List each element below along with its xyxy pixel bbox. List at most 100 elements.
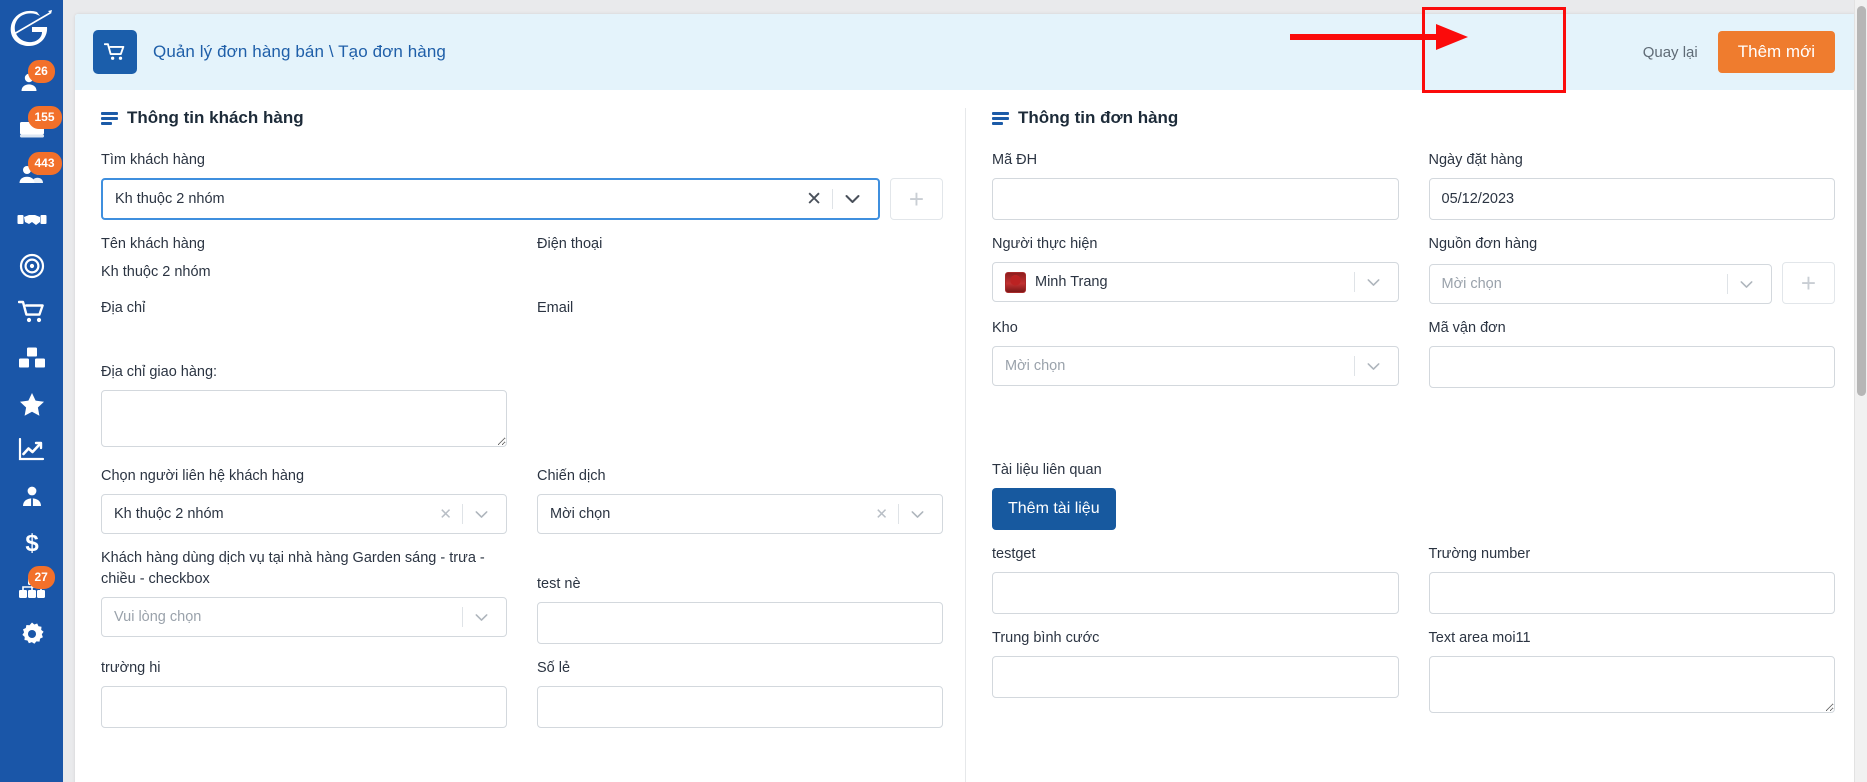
order-date-label: Ngày đặt hàng [1428, 152, 1523, 168]
performer-field: Người thực hiện Minh Trang [992, 234, 1399, 304]
sidebar-item-contacts[interactable]: 155 [8, 106, 62, 150]
performer-source-row: Người thực hiện Minh Trang Nguồn đơn hàn… [992, 234, 1835, 318]
avg-fee-input[interactable] [992, 656, 1399, 699]
customer-address-label: Địa chỉ [101, 300, 146, 317]
main-area: Quản lý đơn hàng bán \ Tạo đơn hàng Quay… [63, 0, 1867, 782]
close-icon[interactable]: ✕ [796, 190, 832, 209]
target-icon [19, 253, 44, 279]
testget-field: testget [992, 544, 1399, 615]
sidebar-item-employees[interactable] [8, 474, 56, 518]
test-ne-offset [537, 548, 943, 574]
tracking-code-label: Mã vận đơn [1428, 320, 1506, 337]
sidebar-item-reports[interactable] [8, 428, 56, 472]
sidebar-item-products[interactable] [8, 336, 56, 380]
customer-name-field: Tên khách hàng Kh thuộc 2 nhóm [101, 234, 507, 284]
add-order-source-button[interactable]: + [1782, 262, 1835, 305]
warehouse-select[interactable]: Mời chọn [992, 346, 1399, 387]
documents-offset [992, 402, 1399, 460]
plus-icon: + [908, 184, 925, 215]
chevron-down-icon[interactable] [1728, 280, 1759, 289]
customer-search-tools: ✕ [796, 180, 866, 218]
textarea-field: Text area moi11 [1428, 628, 1835, 718]
close-icon[interactable]: ✕ [429, 507, 462, 522]
chevron-down-icon[interactable] [833, 194, 866, 204]
name-phone-row: Tên khách hàng Kh thuộc 2 nhóm Điện thoạ… [101, 234, 943, 298]
add-document-button[interactable]: Thêm tài liệu [992, 488, 1116, 531]
star-icon [19, 392, 44, 416]
employee-icon [22, 486, 41, 506]
truong-hi-label: trường hi [101, 660, 161, 677]
shipping-address-input[interactable] [101, 390, 507, 448]
order-source-label: Nguồn đơn hàng [1428, 236, 1538, 253]
chevron-down-icon[interactable] [899, 510, 930, 519]
truong-hi-input[interactable] [101, 686, 507, 729]
textarea-field-input[interactable] [1428, 656, 1835, 714]
sidebar-item-finance[interactable]: $ [8, 520, 56, 564]
shopping-cart-icon [17, 300, 44, 323]
sidebar-item-organization[interactable]: 27 [8, 566, 56, 610]
garden-testne-row: Khách hàng dùng dịch vụ tại nhà hàng Gar… [101, 548, 943, 658]
campaign-label: Chiến dịch [537, 468, 606, 485]
order-source-wrap: Mời chọn [1428, 264, 1772, 305]
sidebar-item-leads[interactable]: 26 [8, 60, 56, 104]
performer-select[interactable]: Minh Trang [992, 262, 1399, 303]
left-sidebar: 26 155 443 $ 27 [0, 0, 63, 782]
order-date-field: Ngày đặt hàng [1428, 150, 1835, 221]
section-bars-icon [992, 111, 1009, 125]
test-ne-input[interactable] [537, 602, 943, 645]
customer-address-field: Địa chỉ [101, 298, 507, 348]
performer-label: Người thực hiện [992, 236, 1098, 253]
avg-fee-field: Trung bình cước [992, 628, 1399, 718]
campaign-select[interactable]: Mời chọn ✕ [537, 494, 943, 535]
chevron-down-icon[interactable] [463, 510, 494, 519]
warehouse-label: Kho [992, 320, 1018, 337]
order-date-input[interactable] [1428, 178, 1835, 221]
customer-search-label: Tìm khách hàng [101, 152, 205, 168]
sidebar-item-orders[interactable] [8, 290, 56, 334]
sidebar-item-targets[interactable] [8, 244, 56, 288]
customer-contact-select[interactable]: Kh thuộc 2 nhóm ✕ [101, 494, 507, 535]
contact-tools: ✕ [429, 495, 494, 533]
scrollbar-thumb[interactable] [1857, 6, 1866, 396]
customer-search-field: Tìm khách hàng Kh thuộc 2 nhóm ✕ + [101, 150, 943, 221]
warehouse-tracking-row: Kho Mời chọn Mã vận đơn [992, 318, 1835, 402]
customer-contact-value: Kh thuộc 2 nhóm [114, 506, 224, 523]
customer-search-input[interactable]: Kh thuộc 2 nhóm ✕ [101, 178, 880, 221]
garden-service-field: Khách hàng dùng dịch vụ tại nhà hàng Gar… [101, 548, 507, 644]
customer-phone-field: Điện thoại [537, 234, 943, 284]
plus-icon: + [1800, 268, 1817, 299]
app-root: 26 155 443 $ 27 Quản lý đơn hàng bán \ T… [0, 0, 1867, 782]
source-tools [1727, 265, 1759, 303]
warehouse-value: Mời chọn [1005, 358, 1066, 375]
documents-row: Tài liệu liên quan Thêm tài liệu [992, 402, 1835, 544]
sidebar-item-customers[interactable]: 443 [8, 152, 62, 196]
customer-search-row: Kh thuộc 2 nhóm ✕ + [101, 178, 943, 221]
section-bars-icon [101, 111, 118, 125]
sidebar-item-deals[interactable] [8, 198, 56, 242]
chevron-down-icon[interactable] [463, 613, 494, 622]
shipping-address-label: Địa chỉ giao hàng: [101, 364, 218, 381]
tracking-code-input[interactable] [1428, 346, 1835, 389]
garden-service-select[interactable]: Vui lòng chọn [101, 597, 507, 638]
sidebar-item-favorites[interactable] [8, 382, 56, 426]
chevron-down-icon[interactable] [1355, 362, 1386, 371]
add-customer-button[interactable]: + [890, 178, 943, 221]
shipping-address-field: Địa chỉ giao hàng: [101, 362, 507, 452]
vertical-scrollbar[interactable] [1854, 0, 1867, 782]
testget-input[interactable] [992, 572, 1399, 615]
performer-value: Minh Trang [1035, 274, 1108, 291]
brand-logo-icon[interactable] [8, 6, 56, 54]
number-field-input[interactable] [1428, 572, 1835, 615]
close-icon[interactable]: ✕ [865, 507, 898, 522]
chevron-down-icon[interactable] [1355, 278, 1386, 287]
add-new-button[interactable]: Thêm mới [1717, 31, 1835, 73]
order-source-value: Mời chọn [1441, 276, 1502, 293]
customer-address-value [101, 326, 507, 348]
boxes-icon [18, 347, 45, 368]
so-le-input[interactable] [537, 686, 943, 729]
order-code-input[interactable] [992, 178, 1399, 221]
customer-section-title: Thông tin khách hàng [101, 108, 943, 128]
back-link[interactable]: Quay lại [1643, 44, 1698, 61]
order-source-select[interactable]: Mời chọn [1428, 264, 1772, 305]
sidebar-item-settings[interactable] [8, 612, 56, 656]
